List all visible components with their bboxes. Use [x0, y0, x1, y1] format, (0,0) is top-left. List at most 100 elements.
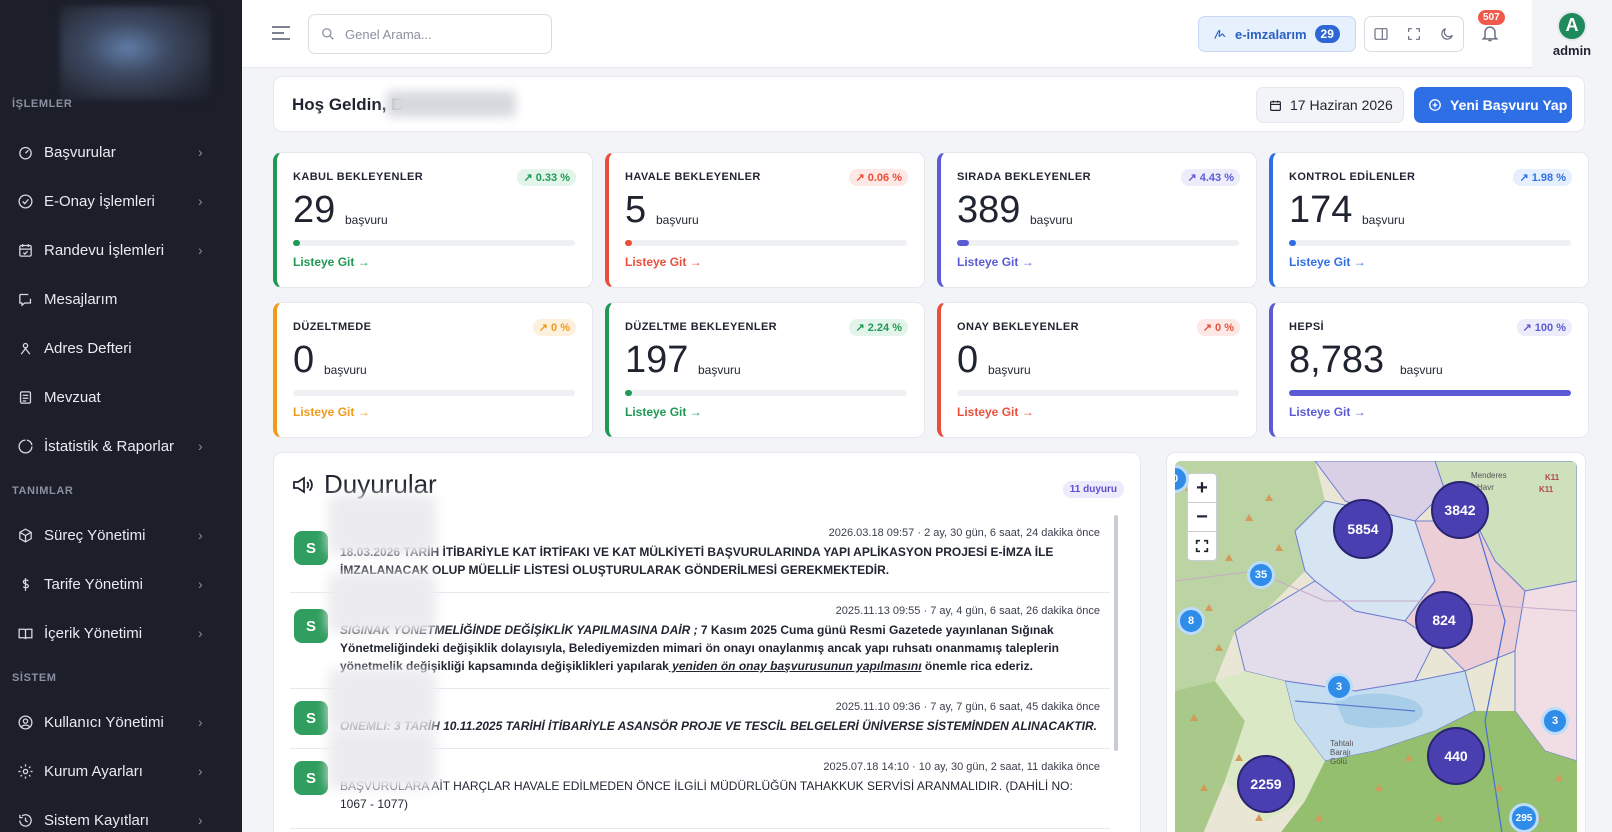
user-menu[interactable]: A admin — [1532, 0, 1612, 68]
map-cluster[interactable]: 824 — [1415, 591, 1473, 649]
stat-unit: başvuru — [698, 363, 741, 377]
stat-unit: başvuru — [656, 213, 699, 227]
stat-list-link-label: Listeye Git — [625, 405, 687, 419]
trend-up-arrow-icon: ↗ — [855, 172, 868, 184]
map-cluster-small[interactable]: 3 — [1541, 707, 1569, 735]
trend-up-arrow-icon: ↗ — [1202, 322, 1216, 334]
toolbar-group — [1364, 16, 1464, 52]
stat-list-link[interactable]: Listeye Git → — [1289, 405, 1366, 419]
sidebar-item-adres-defteri[interactable]: Adres Defteri — [0, 328, 242, 368]
trend-up-arrow-icon: ↗ — [1519, 172, 1532, 184]
avatar: A — [1557, 10, 1587, 41]
announcement-text: SIĞINAK YÖNETMELİĞİNDE DEĞİŞİKLİK YAPILM… — [340, 621, 1100, 675]
stat-progress-bar — [625, 390, 907, 396]
sidebar-item-basvurular[interactable]: Başvurular › — [0, 132, 242, 172]
stat-progress-bar — [625, 240, 907, 246]
map-road-label: K11 — [1545, 473, 1560, 482]
stat-card-hepsi: HEPSİ ↗ 100 % 8,783 başvuru Listeye Git → — [1269, 302, 1589, 438]
stat-change-value: 0.33 % — [535, 172, 570, 184]
megaphone-icon — [293, 475, 313, 494]
stat-list-link[interactable]: Listeye Git → — [293, 405, 370, 419]
sidebar-item-istatistik[interactable]: İstatistik & Raporlar › — [0, 426, 242, 466]
map-cluster[interactable]: 3842 — [1431, 481, 1489, 539]
map-cluster-small[interactable]: 295 — [1509, 803, 1539, 832]
stat-list-link-label: Listeye Git — [1289, 255, 1351, 269]
stat-list-link-label: Listeye Git — [625, 255, 687, 269]
map-cluster[interactable]: 440 — [1427, 727, 1485, 785]
map-road-label: K11 — [1539, 485, 1554, 494]
dark-mode-moon-icon[interactable] — [1437, 24, 1457, 44]
stat-change-badge: ↗ 0.33 % — [517, 169, 576, 186]
trend-up-arrow-icon: ↗ — [1187, 172, 1200, 184]
sidebar-item-kullanici[interactable]: Kullanıcı Yönetimi › — [0, 702, 242, 742]
stat-progress-bar — [293, 390, 575, 396]
zoom-out-button[interactable]: − — [1187, 502, 1217, 532]
trend-up-arrow-icon: ↗ — [523, 172, 536, 184]
stat-list-link[interactable]: Listeye Git → — [957, 405, 1034, 419]
sidebar-item-kurum-ayarlari[interactable]: Kurum Ayarları › — [0, 751, 242, 791]
sidebar-item-e-onay[interactable]: E-Onay İşlemleri › — [0, 181, 242, 221]
stat-change-value: 1.98 % — [1531, 172, 1566, 184]
stat-value: 29 — [293, 189, 336, 231]
new-application-button[interactable]: Yeni Başvuru Yap — [1414, 87, 1572, 123]
list-item[interactable]: S 2025.07.18 14:10 · 10 ay, 30 gün, 2 sa… — [290, 729, 1110, 829]
sidebar-item-label: İstatistik & Raporlar — [44, 437, 175, 455]
announcement-avatar: S — [294, 531, 328, 565]
search-box[interactable] — [308, 14, 552, 54]
stat-list-link-label: Listeye Git — [293, 255, 355, 269]
announcement-text-link[interactable]: yeniden ön onay başvurusunun yapılmasını — [669, 659, 921, 673]
announcements-scrollbar[interactable] — [1114, 515, 1118, 751]
map-cluster[interactable]: 2259 — [1237, 755, 1295, 813]
notification-bell-icon[interactable] — [1480, 22, 1502, 46]
stat-progress-bar — [957, 390, 1239, 396]
map-cluster-small[interactable]: 35 — [1247, 561, 1275, 589]
e-imza-button[interactable]: e-imzalarım 29 — [1198, 16, 1356, 52]
sidebar-item-icerik[interactable]: İçerik Yönetimi › — [0, 613, 242, 653]
sidebar-item-randevu[interactable]: Randevu İşlemleri › — [0, 230, 242, 270]
sidebar-item-sistem-kayitlari[interactable]: Sistem Kayıtları › — [0, 800, 242, 832]
stat-progress-fill — [625, 390, 633, 396]
stat-title: DÜZELTMEDE — [293, 321, 372, 333]
message-icon — [16, 290, 34, 308]
sidebar-item-mesajlarim[interactable]: Mesajlarım — [0, 279, 242, 319]
stat-list-link[interactable]: Listeye Git → — [293, 255, 370, 269]
stat-list-link[interactable]: Listeye Git → — [625, 255, 702, 269]
announcement-avatar: S — [294, 761, 328, 795]
sidebar-item-label: Sistem Kayıtları — [44, 811, 150, 829]
sidebar-item-mevzuat[interactable]: Mevzuat — [0, 377, 242, 417]
topbar: e-imzalarım 29 507 A admin — [242, 0, 1612, 68]
sidebar-item-surec[interactable]: Süreç Yönetimi › — [0, 515, 242, 555]
announcement-avatar: S — [294, 701, 328, 735]
stat-progress-bar — [1289, 390, 1571, 396]
section-title-tanimlar: TANIMLAR — [12, 485, 74, 497]
map-cluster-small[interactable]: 8 — [1177, 607, 1205, 635]
stat-card-duzeltme-bekleyenler: DÜZELTME BEKLEYENLER ↗ 2.24 % 197 başvuru Li… — [605, 302, 925, 438]
stat-list-link[interactable]: Listeye Git → — [1289, 255, 1366, 269]
map-cluster[interactable]: 5854 — [1333, 499, 1393, 559]
gauge-icon — [16, 143, 34, 161]
stat-change-value: 0 % — [1215, 322, 1234, 334]
stat-list-link[interactable]: Listeye Git → — [957, 255, 1034, 269]
sidebar-item-label: Kurum Ayarları — [44, 762, 143, 780]
stat-progress-fill — [1289, 390, 1571, 396]
stat-change-badge: ↗ 100 % — [1516, 319, 1572, 336]
search-input[interactable] — [345, 26, 535, 42]
sidebar-item-label: Randevu İşlemleri — [44, 241, 165, 259]
sidebar: İŞLEMLER Başvurular › E-Onay İşlemleri ›… — [0, 0, 242, 832]
menu-toggle-icon[interactable] — [270, 22, 292, 44]
map[interactable]: Menderes Havr Tahtalı Barajı Gölü K11 K1… — [1175, 461, 1577, 832]
sidebar-item-label: İçerik Yönetimi — [44, 624, 143, 642]
stat-value: 0 — [293, 339, 315, 381]
stat-progress-fill — [625, 240, 633, 246]
fullscreen-icon[interactable] — [1404, 24, 1424, 44]
stat-card-kontrol: KONTROL EDİLENLER ↗ 1.98 % 174 başvuru Liste… — [1269, 152, 1589, 288]
map-cluster-small[interactable]: 3 — [1325, 673, 1353, 701]
map-fullscreen-icon[interactable] — [1187, 531, 1217, 561]
history-icon — [16, 811, 34, 829]
sidebar-panel-icon[interactable] — [1371, 24, 1391, 44]
stat-list-link[interactable]: Listeye Git → — [625, 405, 702, 419]
sidebar-item-tarife[interactable]: Tarife Yönetimi › — [0, 564, 242, 604]
organization-logo[interactable] — [60, 6, 210, 100]
gear-icon — [16, 762, 34, 780]
zoom-in-button[interactable]: + — [1187, 473, 1217, 503]
